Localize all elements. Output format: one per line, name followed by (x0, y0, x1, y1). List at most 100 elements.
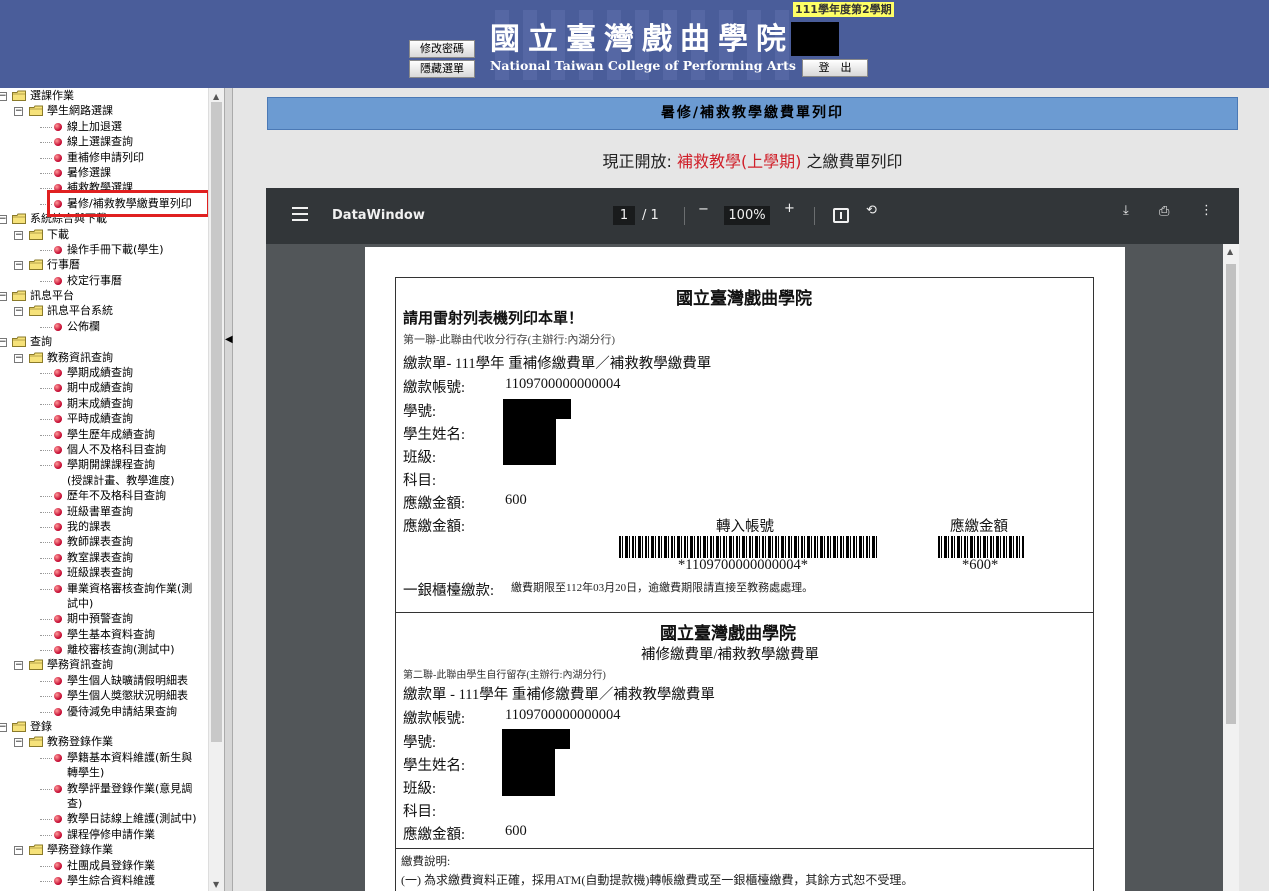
tree-item[interactable]: 學期開課課程查詢 (0, 457, 225, 472)
tree-item[interactable]: 學籍基本資料維護(新生與 (0, 750, 225, 765)
tree-item[interactable]: 班級課表查詢 (0, 565, 225, 580)
tree-connector (40, 573, 52, 575)
tree-item[interactable]: 離校審核查詢(測試中) (0, 642, 225, 657)
print-icon[interactable]: ⎙ (1159, 204, 1169, 219)
tree-item[interactable]: 校定行事曆 (0, 273, 225, 288)
tree-item[interactable]: 操作手冊下載(學生) (0, 242, 225, 257)
page-number-input[interactable]: 1 (613, 206, 635, 225)
tree-item[interactable]: 學生歷年成績查詢 (0, 427, 225, 442)
tree-item-label: 教務資訊查詢 (47, 350, 113, 364)
tree-item[interactable]: 學生綜合資料維護 (0, 873, 225, 888)
tree-item[interactable]: 期中成績查詢 (0, 380, 225, 395)
collapse-toggle-icon[interactable]: − (14, 353, 23, 363)
download-icon[interactable]: ⤓ (1123, 203, 1129, 218)
tree-folder[interactable]: − 教務登錄作業 (0, 734, 225, 749)
bullet-icon (54, 492, 62, 501)
collapse-toggle-icon[interactable]: − (0, 338, 7, 348)
collapse-toggle-icon[interactable]: − (14, 261, 23, 271)
tree-item[interactable]: 我的課表 (0, 519, 225, 534)
slip1-bill-line: 繳款單- 111學年 重補修繳費單／補救教學繳費單 (403, 356, 712, 372)
tree-folder[interactable]: − 教務資訊查詢 (0, 350, 225, 365)
tree-item[interactable]: 歷年不及格科目查詢 (0, 488, 225, 503)
slip1-amount-label: 應繳金額: (403, 496, 466, 512)
tree-connector (40, 434, 52, 436)
menu-icon[interactable] (292, 207, 308, 221)
tree-item[interactable]: 個人不及格科目查詢 (0, 442, 225, 457)
collapse-toggle-icon[interactable]: − (14, 307, 23, 317)
open-term-highlight: 補救教學(上學期) (676, 152, 802, 171)
tree-item[interactable]: 線上選課查詢 (0, 134, 225, 149)
tree-item[interactable]: 期末成績查詢 (0, 396, 225, 411)
tree-folder[interactable]: − 行事曆 (0, 257, 225, 272)
tree-folder[interactable]: − 學務資訊查詢 (0, 657, 225, 672)
zoom-out-icon[interactable]: − (698, 202, 709, 217)
tree-folder[interactable]: − 訊息平台 (0, 288, 225, 303)
pdf-scrollbar[interactable]: ▲ (1223, 244, 1239, 891)
tree-connector (40, 588, 52, 590)
tree-item[interactable]: 課程停修申請作業 (0, 827, 225, 842)
change-password-button[interactable]: 修改密碼 (409, 40, 475, 58)
tree-item-label: 社團成員登錄作業 (67, 858, 155, 872)
scroll-down-icon[interactable]: ▼ (213, 880, 219, 889)
bullet-icon (54, 876, 62, 885)
tree-item[interactable]: 優待減免申請結果查詢 (0, 704, 225, 719)
collapse-toggle-icon[interactable]: − (14, 230, 23, 240)
pdf-scroll-thumb[interactable] (1226, 264, 1236, 724)
tree-scrollbar[interactable]: ▲ ▼ (208, 88, 224, 891)
tree-item[interactable]: 學生個人缺曠請假明細表 (0, 673, 225, 688)
zoom-level-input[interactable]: 100% (724, 206, 770, 225)
tree-item[interactable]: 公佈欄 (0, 319, 225, 334)
collapse-toggle-icon[interactable]: − (14, 107, 23, 117)
tree-item[interactable]: 畢業資格審核查詢作業(測 (0, 581, 225, 596)
logout-button[interactable]: 登 出 (802, 59, 868, 77)
tree-folder[interactable]: − 下載 (0, 227, 225, 242)
tree-folder[interactable]: − 登錄 (0, 719, 225, 734)
pdf-page: 國立臺灣戲曲學院 請用雷射列表機列印本單！ 第一聯-此聯由代收分行存(主辦行:內… (365, 247, 1125, 891)
folder-icon (29, 259, 43, 271)
tree-folder[interactable]: − 學生網路選課 (0, 103, 225, 118)
tree-folder[interactable]: − 學務登錄作業 (0, 842, 225, 857)
tree-item[interactable]: 學生個人獎懲狀況明細表 (0, 688, 225, 703)
tree-item-label: 學務資訊查詢 (47, 658, 113, 672)
pdf-scroll-up-icon[interactable]: ▲ (1227, 247, 1233, 256)
collapse-arrow-icon[interactable]: ◀ (225, 334, 233, 345)
collapse-toggle-icon[interactable]: − (0, 723, 7, 733)
scroll-up-icon[interactable]: ▲ (213, 92, 219, 101)
rotate-icon[interactable]: ⟲ (866, 203, 877, 218)
tree-folder[interactable]: − 選課作業 (0, 88, 225, 103)
tree-item[interactable]: 社團成員登錄作業 (0, 858, 225, 873)
tree-item-label: 教師課表查詢 (67, 535, 133, 549)
tree-item[interactable]: 學生基本資料查詢 (0, 627, 225, 642)
tree-item[interactable]: 班級書單查詢 (0, 504, 225, 519)
slip2-bill-line: 繳款單 - 111學年 重補修繳費單／補救教學繳費單 (403, 687, 715, 703)
tree-item[interactable]: 期中預警查詢 (0, 611, 225, 626)
tree-connector (40, 619, 52, 621)
more-options-icon[interactable]: ⋮ (1200, 203, 1213, 218)
hide-menu-button[interactable]: 隱藏選單 (409, 60, 475, 78)
collapse-toggle-icon[interactable]: − (0, 292, 7, 302)
zoom-in-icon[interactable]: + (784, 201, 795, 216)
tree-folder[interactable]: − 查詢 (0, 334, 225, 349)
tree-item[interactable]: 學期成績查詢 (0, 365, 225, 380)
tree-item[interactable]: 線上加退選 (0, 119, 225, 134)
collapse-toggle-icon[interactable]: − (14, 846, 23, 856)
fit-page-icon[interactable] (833, 208, 849, 223)
tree-item[interactable]: 教師課表查詢 (0, 534, 225, 549)
collapse-toggle-icon[interactable]: − (0, 92, 7, 101)
tree-item[interactable]: 教學評量登錄作業(意見調 (0, 781, 225, 796)
bullet-icon (54, 322, 62, 331)
pane-splitter[interactable] (224, 88, 233, 891)
tree-item[interactable]: 平時成績查詢 (0, 411, 225, 426)
tree-item[interactable]: 教學日誌線上維護(測試中) (0, 811, 225, 826)
tree-item[interactable]: 暑修選課 (0, 165, 225, 180)
tree-folder[interactable]: − 訊息平台系統 (0, 303, 225, 318)
collapse-toggle-icon[interactable]: − (14, 738, 23, 748)
tree-item[interactable]: 重補修申請列印 (0, 150, 225, 165)
tree-item[interactable]: 教室課表查詢 (0, 550, 225, 565)
slip2-subject-label: 科目: (403, 804, 437, 820)
tree-item-label: 教室課表查詢 (67, 550, 133, 564)
open-status-line: 現正開放: 補救教學(上學期) 之繳費單列印 (267, 148, 1238, 172)
tree-scroll-thumb[interactable] (211, 102, 222, 742)
collapse-toggle-icon[interactable]: − (14, 661, 23, 671)
collapse-toggle-icon[interactable]: − (0, 215, 7, 225)
